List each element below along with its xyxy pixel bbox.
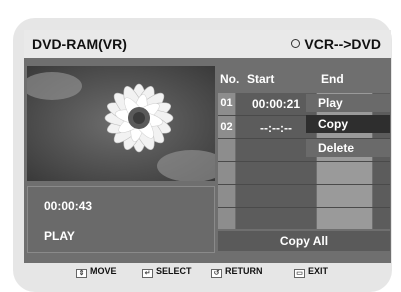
button-guide: ⇕ MOVE ↵ SELECT ↺ RETURN ▭ EXIT (24, 263, 391, 281)
return-hint: ↺ RETURN (211, 266, 263, 278)
row-number: 02 (220, 121, 233, 133)
row-start-time: --:--:-- (260, 121, 292, 135)
copy-direction: VCR-->DVD (291, 36, 381, 52)
move-icon: ⇕ (76, 269, 87, 278)
playback-status: 00:00:43 PLAY (27, 186, 215, 253)
title-list-table: 01 00:00:21 02 --:--:-- (218, 93, 390, 229)
row-number: 01 (220, 97, 233, 109)
copy-all-button[interactable]: Copy All (218, 231, 390, 251)
menu-item-play[interactable]: Play (306, 94, 390, 112)
return-icon: ↺ (211, 269, 222, 278)
exit-icon: ▭ (294, 269, 305, 278)
disc-icon (291, 39, 301, 48)
title-bar: DVD-RAM(VR) VCR-->DVD (24, 30, 391, 58)
playback-state: PLAY (44, 229, 75, 243)
elapsed-time: 00:00:43 (44, 199, 93, 213)
menu-item-copy[interactable]: Copy (306, 115, 390, 133)
menu-item-delete[interactable]: Delete (306, 139, 390, 157)
select-hint: ↵ SELECT (142, 266, 192, 278)
row-start-time: 00:00:21 (251, 97, 301, 111)
copy-direction-label: VCR-->DVD (304, 36, 381, 52)
exit-hint: ▭ EXIT (294, 266, 328, 278)
disc-type-title: DVD-RAM(VR) (32, 36, 127, 52)
select-icon: ↵ (142, 269, 153, 278)
header-end: End (321, 72, 344, 86)
header-start: Start (247, 72, 275, 86)
preview-image (27, 66, 215, 181)
move-hint: ⇕ MOVE (76, 266, 117, 278)
header-no: No. (220, 72, 240, 86)
